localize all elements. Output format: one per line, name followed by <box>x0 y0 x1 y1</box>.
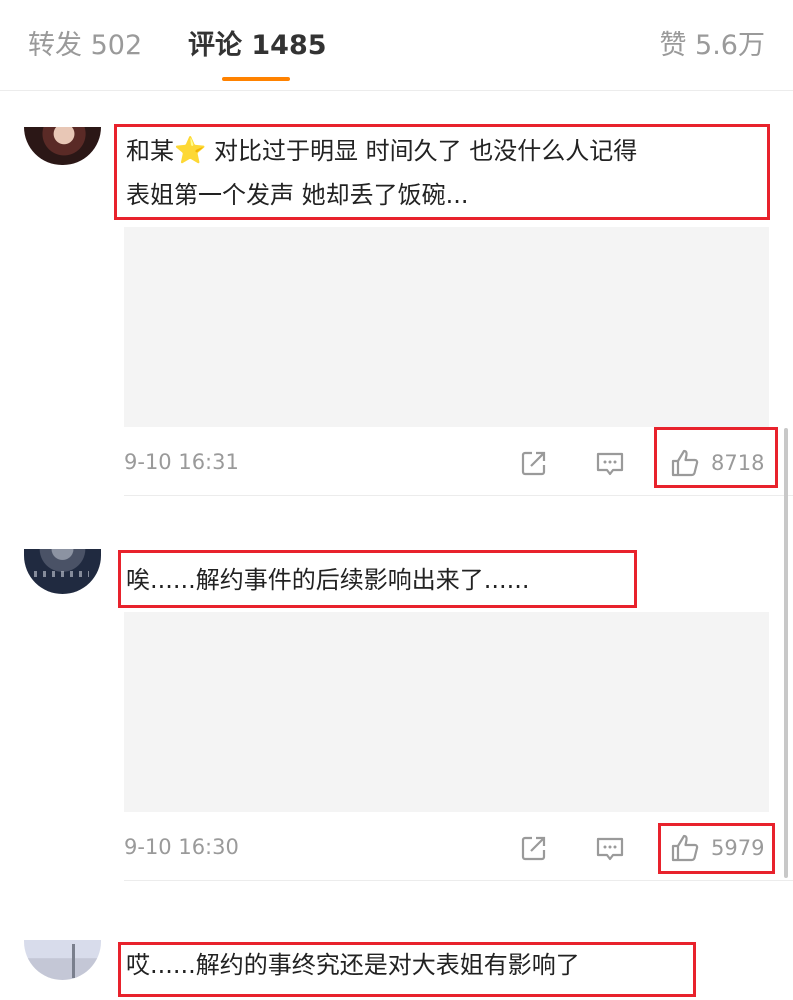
tab-repost[interactable]: 转发 502 <box>28 28 142 64</box>
divider <box>124 880 793 881</box>
comment-timestamp: 9-10 16:31 <box>124 450 239 474</box>
highlight-box <box>118 550 637 608</box>
comment-icon[interactable] <box>594 832 626 864</box>
divider <box>124 495 793 496</box>
scrollbar[interactable] <box>784 428 788 878</box>
avatar[interactable] <box>24 940 101 980</box>
comment-image[interactable] <box>124 612 769 812</box>
tab-likes[interactable]: 赞 5.6万 <box>659 28 765 64</box>
avatar[interactable] <box>24 549 101 594</box>
highlight-box <box>658 823 775 874</box>
active-tab-indicator <box>222 77 290 81</box>
tab-bar: 转发 502 评论 1485 赞 5.6万 <box>0 0 793 91</box>
highlight-box <box>118 942 696 997</box>
highlight-box <box>654 427 778 488</box>
share-icon[interactable] <box>518 832 550 864</box>
highlight-box <box>114 124 770 220</box>
avatar[interactable] <box>24 127 101 165</box>
comment-image[interactable] <box>124 227 769 427</box>
comment-timestamp: 9-10 16:30 <box>124 835 239 859</box>
share-icon[interactable] <box>518 447 550 479</box>
comment-icon[interactable] <box>594 447 626 479</box>
tab-comments[interactable]: 评论 1485 <box>188 28 327 64</box>
